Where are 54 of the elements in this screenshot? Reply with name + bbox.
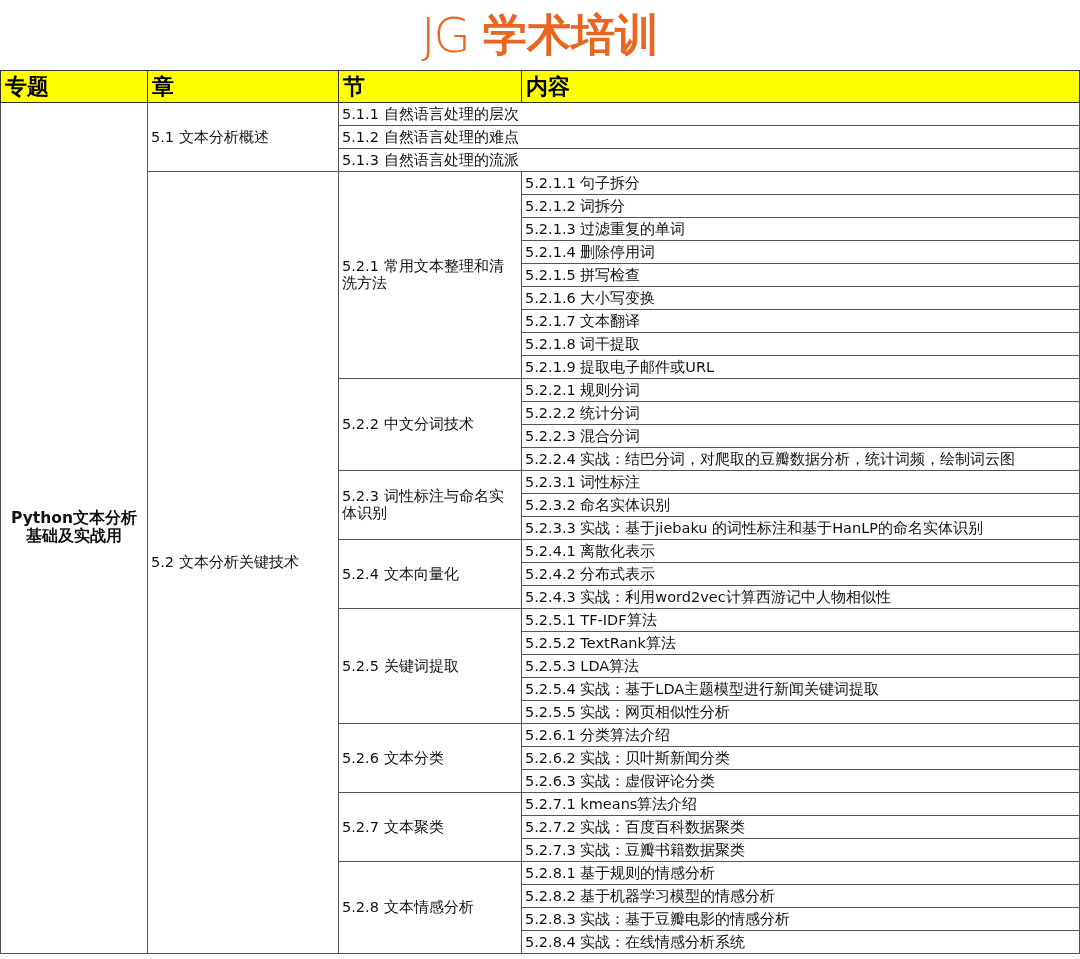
content-cell: 5.2.7.3 实战：豆瓣书籍数据聚类 xyxy=(521,838,1080,862)
section-cell: 5.2.3 词性标注与命名实体识别 xyxy=(338,470,522,540)
content-cell: 5.2.2.3 混合分词 xyxy=(521,424,1080,448)
content-cell: 5.2.7.1 kmeans算法介绍 xyxy=(521,792,1080,816)
content-cell: 5.2.1.8 词干提取 xyxy=(521,332,1080,356)
section-cell: 5.2.6 文本分类 xyxy=(338,723,522,793)
content-cell: 5.2.1.1 句子拆分 xyxy=(521,171,1080,195)
content-cell: 5.2.6.1 分类算法介绍 xyxy=(521,723,1080,747)
column-header: 节 xyxy=(338,70,522,103)
content-cell: 5.2.1.6 大小写变换 xyxy=(521,286,1080,310)
content-cell: 5.2.4.1 离散化表示 xyxy=(521,539,1080,563)
content-cell: 5.2.1.7 文本翻译 xyxy=(521,309,1080,333)
content-cell: 5.2.2.1 规则分词 xyxy=(521,378,1080,402)
content-cell: 5.2.8.1 基于规则的情感分析 xyxy=(521,861,1080,885)
content-cell: 5.2.5.1 TF-IDF算法 xyxy=(521,608,1080,632)
section-cell: 5.2.1 常用文本整理和清洗方法 xyxy=(338,171,522,379)
content-cell: 5.2.7.2 实战：百度百科数据聚类 xyxy=(521,815,1080,839)
content-cell: 5.2.2.4 实战：结巴分词，对爬取的豆瓣数据分析，统计词频，绘制词云图 xyxy=(521,447,1080,471)
topic-cell: Python文本分析基础及实战用 xyxy=(0,102,148,954)
section-cell: 5.2.2 中文分词技术 xyxy=(338,378,522,471)
content-cell: 5.2.1.3 过滤重复的单词 xyxy=(521,217,1080,241)
logo-mark: JG xyxy=(421,7,469,63)
content-cell: 5.2.1.5 拼写检查 xyxy=(521,263,1080,287)
section-cell: 5.1.2 自然语言处理的难点 xyxy=(338,125,1080,149)
content-cell: 5.2.5.3 LDA算法 xyxy=(521,654,1080,678)
content-cell: 5.2.8.2 基于机器学习模型的情感分析 xyxy=(521,884,1080,908)
section-cell: 5.1.1 自然语言处理的层次 xyxy=(338,102,1080,126)
content-cell: 5.2.8.3 实战：基于豆瓣电影的情感分析 xyxy=(521,907,1080,931)
content-cell: 5.2.1.9 提取电子邮件或URL xyxy=(521,355,1080,379)
content-cell: 5.2.4.3 实战：利用word2vec计算西游记中人物相似性 xyxy=(521,585,1080,609)
column-header: 章 xyxy=(147,70,339,103)
section-cell: 5.2.4 文本向量化 xyxy=(338,539,522,609)
content-cell: 5.2.1.2 词拆分 xyxy=(521,194,1080,218)
content-cell: 5.2.4.2 分布式表示 xyxy=(521,562,1080,586)
column-header: 专题 xyxy=(0,70,148,103)
section-cell: 5.2.7 文本聚类 xyxy=(338,792,522,862)
content-cell: 5.2.6.3 实战：虚假评论分类 xyxy=(521,769,1080,793)
content-cell: 5.2.3.3 实战：基于jiebaku 的词性标注和基于HanLP的命名实体识别 xyxy=(521,516,1080,540)
section-cell: 5.1.3 自然语言处理的流派 xyxy=(338,148,1080,172)
content-cell: 5.2.5.2 TextRank算法 xyxy=(521,631,1080,655)
chapter-cell: 5.1 文本分析概述 xyxy=(147,102,339,172)
content-cell: 5.2.5.4 实战：基于LDA主题模型进行新闻关键词提取 xyxy=(521,677,1080,701)
section-cell: 5.2.8 文本情感分析 xyxy=(338,861,522,954)
content-cell: 5.2.3.2 命名实体识别 xyxy=(521,493,1080,517)
content-cell: 5.2.2.2 统计分词 xyxy=(521,401,1080,425)
content-cell: 5.2.8.4 实战：在线情感分析系统 xyxy=(521,930,1080,954)
chapter-cell: 5.2 文本分析关键技术 xyxy=(147,171,339,954)
section-cell: 5.2.5 关键词提取 xyxy=(338,608,522,724)
content-cell: 5.2.5.5 实战：网页相似性分析 xyxy=(521,700,1080,724)
content-cell: 5.2.1.4 删除停用词 xyxy=(521,240,1080,264)
content-cell: 5.2.6.2 实战：贝叶斯新闻分类 xyxy=(521,746,1080,770)
content-cell: 5.2.3.1 词性标注 xyxy=(521,470,1080,494)
logo-text: 学术培训 xyxy=(482,7,659,62)
column-header: 内容 xyxy=(521,70,1080,103)
